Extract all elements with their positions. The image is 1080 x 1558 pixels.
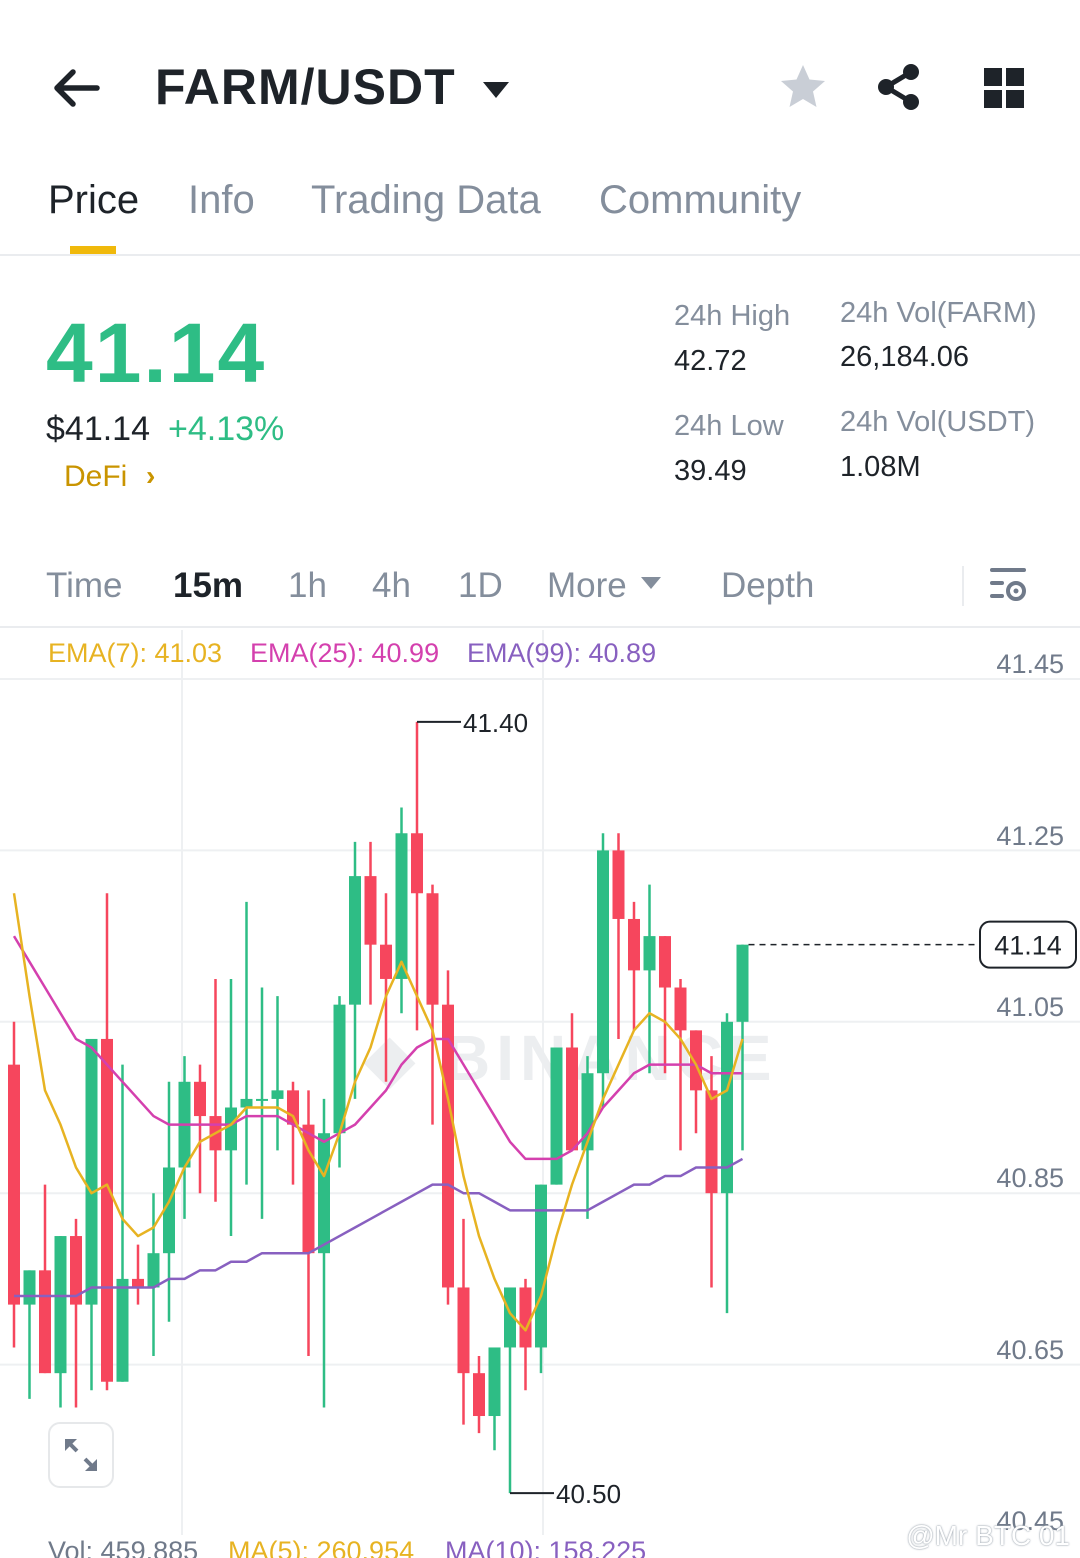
candle-up bbox=[535, 1184, 547, 1348]
candle-up bbox=[240, 1098, 253, 1108]
ema99-label: EMA(99): 40.89 bbox=[467, 638, 657, 668]
candle-down bbox=[287, 1090, 299, 1125]
candle-down bbox=[426, 893, 439, 1005]
interval-1d[interactable]: 1D bbox=[458, 566, 503, 606]
candle-up bbox=[225, 1107, 237, 1151]
candle-up bbox=[116, 1278, 129, 1382]
candle-up bbox=[23, 1270, 36, 1305]
candle-up bbox=[488, 1347, 501, 1417]
candle-down bbox=[364, 876, 377, 945]
volume-ma5-label: MA(5): 260.954 bbox=[228, 1536, 415, 1558]
caret-down-icon[interactable] bbox=[640, 576, 662, 590]
divider bbox=[962, 566, 964, 606]
candle-down bbox=[380, 944, 392, 979]
ema25-label: EMA(25): 40.99 bbox=[250, 638, 440, 668]
chevron-right-icon[interactable]: › bbox=[146, 460, 155, 492]
candle-up bbox=[736, 944, 749, 1022]
candle-up bbox=[349, 876, 361, 1005]
star-icon[interactable] bbox=[778, 62, 828, 112]
candle-down bbox=[8, 1064, 20, 1305]
fullscreen-button[interactable] bbox=[48, 1422, 114, 1488]
volume-ma10-label: MA(10): 158.225 bbox=[445, 1536, 647, 1558]
candle-up bbox=[147, 1253, 160, 1288]
candle-down bbox=[39, 1270, 51, 1374]
candle-down bbox=[674, 987, 687, 1031]
candle-down bbox=[628, 918, 640, 971]
low-value: 39.49 bbox=[674, 455, 747, 487]
vol-quote-value: 1.08M bbox=[840, 451, 921, 483]
interval-time[interactable]: Time bbox=[46, 566, 122, 606]
y-tick-label: 41.25 bbox=[996, 821, 1064, 851]
ema7-label: EMA(7): 41.03 bbox=[48, 638, 223, 668]
usd-price: $41.14 bbox=[46, 410, 150, 448]
expand-icon bbox=[65, 1439, 97, 1471]
candle-up bbox=[318, 1133, 330, 1254]
candle-up bbox=[333, 1004, 346, 1134]
candle-down bbox=[457, 1287, 470, 1374]
active-tab-indicator bbox=[70, 246, 116, 254]
high-marker-label: 41.40 bbox=[463, 708, 528, 738]
caret-down-icon[interactable] bbox=[480, 78, 512, 102]
interval-bar: Time 15m 1h 4h 1D More Depth bbox=[0, 548, 1080, 628]
price-change: +4.13% bbox=[168, 410, 285, 448]
tab-price[interactable]: Price bbox=[48, 178, 139, 223]
vol-base-value: 26,184.06 bbox=[840, 341, 970, 373]
candle-up bbox=[550, 1047, 563, 1185]
grid-icon[interactable] bbox=[982, 66, 1026, 110]
tab-info[interactable]: Info bbox=[188, 178, 255, 223]
tab-community[interactable]: Community bbox=[599, 178, 801, 223]
tab-trading-data[interactable]: Trading Data bbox=[311, 178, 541, 223]
candle-down bbox=[690, 1030, 702, 1091]
chart-settings-icon[interactable] bbox=[986, 564, 1030, 608]
interval-1h[interactable]: 1h bbox=[288, 566, 327, 606]
share-icon[interactable] bbox=[874, 62, 924, 112]
candle-up bbox=[256, 1098, 268, 1101]
pair-title[interactable]: FARM/USDT bbox=[155, 58, 456, 116]
candle-down bbox=[411, 833, 423, 894]
candle-down bbox=[194, 1081, 206, 1117]
candle-down bbox=[659, 936, 671, 988]
vol-base-label: 24h Vol(FARM) bbox=[840, 297, 1037, 329]
arrow-left-icon bbox=[54, 69, 100, 107]
candle-down bbox=[612, 850, 625, 919]
candle-up bbox=[643, 936, 656, 971]
candle-up bbox=[54, 1236, 67, 1374]
vol-quote-label: 24h Vol(USDT) bbox=[840, 406, 1036, 438]
high-value: 42.72 bbox=[674, 345, 747, 377]
candle-down bbox=[566, 1047, 578, 1151]
last-price: 41.14 bbox=[46, 306, 267, 400]
candle-down bbox=[519, 1287, 532, 1348]
candle-down bbox=[473, 1373, 485, 1417]
depth-tab[interactable]: Depth bbox=[721, 566, 814, 606]
low-marker-label: 40.50 bbox=[556, 1479, 621, 1509]
candle-up bbox=[271, 1090, 284, 1099]
candle-down bbox=[132, 1278, 144, 1288]
volume-label: Vol: 459.885 bbox=[48, 1536, 199, 1558]
low-label: 24h Low bbox=[674, 410, 784, 442]
interval-4h[interactable]: 4h bbox=[372, 566, 411, 606]
chart-canvas[interactable]: ◆ BINANCE41.4040.5041.14 bbox=[0, 630, 1080, 1535]
top-bar: FARM/USDT bbox=[0, 0, 1080, 170]
y-tick-label: 41.45 bbox=[996, 649, 1064, 679]
candle-up bbox=[395, 833, 408, 979]
watermark-text: @Mr BTC 01 bbox=[906, 1520, 1070, 1551]
back-button[interactable] bbox=[48, 62, 104, 114]
candle-up bbox=[597, 850, 609, 1074]
interval-more[interactable]: More bbox=[547, 566, 627, 606]
candle-down bbox=[101, 1038, 113, 1382]
tab-bar: Price Info Trading Data Community bbox=[0, 170, 1080, 256]
y-tick-label: 40.65 bbox=[996, 1335, 1064, 1365]
candle-up bbox=[85, 1038, 98, 1305]
category-tag[interactable]: DeFi bbox=[64, 460, 127, 494]
y-tick-label: 40.85 bbox=[996, 1163, 1064, 1193]
current-price-label: 41.14 bbox=[994, 931, 1062, 961]
high-label: 24h High bbox=[674, 300, 791, 332]
y-tick-label: 41.05 bbox=[996, 992, 1064, 1022]
candle-down bbox=[705, 1090, 718, 1194]
interval-15m[interactable]: 15m bbox=[173, 566, 243, 606]
candlestick-chart[interactable]: ◆ BINANCE 41.40 40.50 41.14 41.45 41.25 41.… bbox=[0, 630, 1080, 1536]
